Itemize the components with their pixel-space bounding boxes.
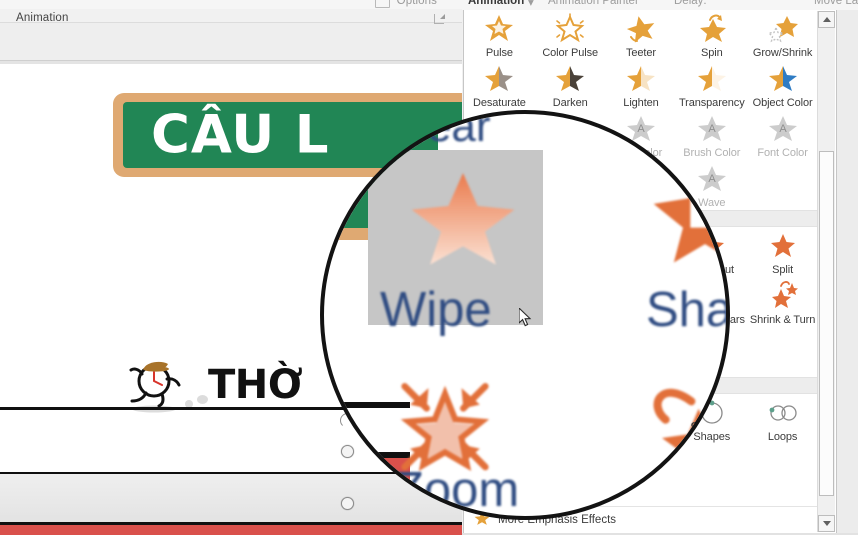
gallery-item-label: Darken [552, 97, 588, 109]
gallery-item-label: Transparency [678, 97, 745, 109]
lens-wipe-star-icon [411, 173, 515, 265]
scroll-down-arrow-icon [822, 521, 831, 526]
lens-label-wipe: Wipe [380, 283, 492, 337]
scrollbar-thumb[interactable] [819, 151, 834, 496]
lens-shape-star-icon [653, 165, 726, 263]
scroll-down-button[interactable] [818, 515, 835, 532]
star-transparency-icon [697, 63, 727, 93]
star-font-color-icon: A [768, 113, 798, 143]
gallery-item-label: Desaturate [472, 97, 526, 109]
delay-label: Delay: [674, 0, 707, 7]
gallery-item-grow-shrink[interactable]: Grow/Shrink [747, 10, 818, 60]
gallery-item-object-color[interactable]: Object Color [747, 60, 818, 110]
gallery-item-shrink-turn[interactable]: Shrink & Turn [747, 277, 818, 327]
gallery-row: Pulse Color Pulse Teeter Spin Grow/Shrin… [464, 10, 818, 60]
star-grow-shrink-icon [767, 13, 798, 43]
dialog-launcher-icon[interactable] [434, 14, 445, 24]
bar-red[interactable] [0, 523, 462, 535]
gallery-item-split[interactable]: Split [747, 227, 818, 277]
exit-shrink-turn-icon [768, 280, 798, 310]
gallery-item-color-pulse[interactable]: Color Pulse [535, 10, 606, 60]
animation-menu-caret-icon[interactable]: ▾ [528, 0, 534, 9]
star-lighten-icon [626, 63, 656, 93]
ribbon-right-strip: Animation ▾ Animation Painter Delay: Mov… [462, 0, 858, 10]
svg-text:A: A [779, 123, 787, 135]
gallery-item-desaturate[interactable]: Desaturate [464, 60, 535, 110]
effect-options-icon [375, 0, 390, 8]
gallery-item-label: Object Color [752, 97, 813, 109]
chalkboard-title-text: CÂU L [151, 104, 330, 166]
lens-label-shape: Shape [646, 283, 726, 337]
lens-label-zoom: Zoom [394, 463, 520, 517]
gallery-item-label: Loops [767, 431, 798, 443]
motion-puff-2 [197, 395, 208, 404]
scroll-up-arrow-icon [822, 17, 831, 22]
screenshot-root: Options Animation CÂU L THỜ Animation ▾ … [0, 0, 858, 535]
gallery-item-label: Pulse [485, 47, 513, 59]
gallery-item-label: Shrink & Turn [749, 314, 816, 326]
ribbon-animation-group: Options Animation [0, 0, 462, 65]
star-pulse-icon [484, 13, 514, 43]
animation-painter-button[interactable]: Animation Painter [548, 0, 639, 7]
gallery-item-loops[interactable]: Loops [747, 394, 818, 444]
gallery-row: Desaturate Darken Lighten Transparency O… [464, 60, 818, 110]
move-later-button[interactable]: Move Lat [814, 0, 858, 7]
slide-heading-text: THỜ [208, 362, 303, 408]
gallery-item-transparency[interactable]: Transparency [676, 60, 747, 110]
star-darken-icon [555, 63, 585, 93]
gallery-item-empty [747, 160, 818, 210]
path-loops-icon [768, 397, 798, 427]
gallery-item-label: Font Color [757, 147, 808, 159]
star-color-pulse-icon [555, 13, 585, 43]
gallery-item-empty [747, 327, 818, 377]
lens-label-disappear: Disappear [321, 110, 491, 151]
gallery-item-label: Teeter [626, 47, 656, 59]
star-desaturate-icon [484, 63, 514, 93]
star-teeter-icon [626, 13, 656, 43]
mouse-cursor-icon [519, 308, 532, 327]
scroll-up-button[interactable] [818, 11, 835, 28]
ribbon-gallery-strip [0, 22, 462, 61]
gallery-item-label: Color Pulse [542, 47, 599, 59]
exit-split-icon [768, 230, 798, 260]
gallery-scrollbar[interactable] [817, 11, 835, 532]
gallery-item-darken[interactable]: Darken [535, 60, 606, 110]
gallery-item-label: Lighten [623, 97, 659, 109]
gallery-item-label: Split [772, 264, 794, 276]
lens-label-shapes: Shapes [690, 420, 728, 437]
effect-options-button[interactable]: Options [397, 0, 437, 7]
gallery-item-lighten[interactable]: Lighten [606, 60, 677, 110]
star-spin-icon [697, 13, 727, 43]
gallery-item-spin[interactable]: Spin [676, 10, 747, 60]
gallery-item-pulse[interactable]: Pulse [464, 10, 535, 60]
gallery-item-font-color[interactable]: A Font Color [747, 110, 818, 160]
gallery-item-label: Grow/Shrink [752, 47, 813, 59]
gallery-outer-edge [836, 10, 858, 533]
gallery-item-label: Spin [700, 47, 723, 59]
gallery-item-teeter[interactable]: Teeter [606, 10, 677, 60]
star-object-color-icon [768, 63, 798, 93]
ribbon-upper-row: Options [0, 0, 462, 9]
animation-menu-button[interactable]: Animation [468, 0, 524, 7]
